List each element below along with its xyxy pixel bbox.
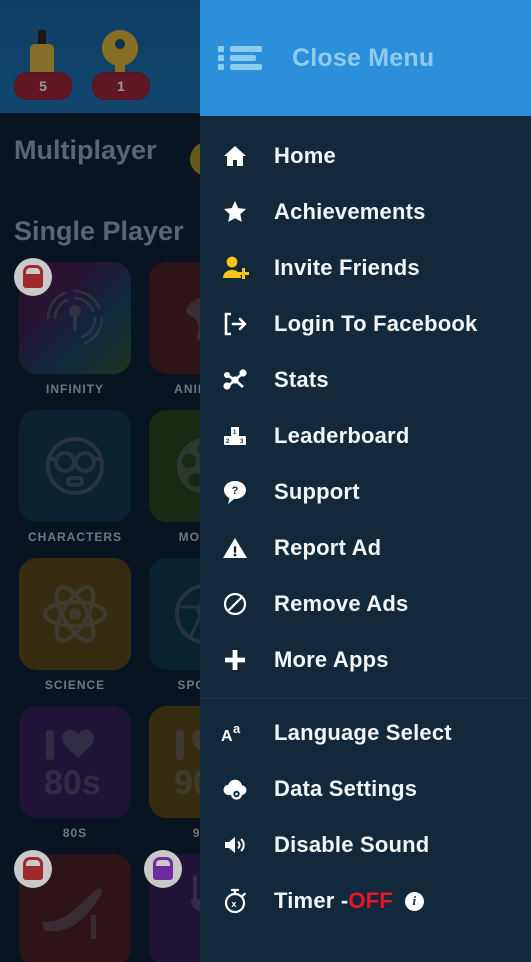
menu-item-remove-ads[interactable]: Remove Ads (200, 576, 531, 632)
stopwatch-off-icon: x (218, 884, 252, 918)
menu-item-label: Data Settings (274, 776, 418, 801)
menu-item-timer[interactable]: x Timer - OFF i (200, 873, 531, 929)
menu-item-label: Remove Ads (274, 591, 409, 616)
menu-item-data-settings[interactable]: Data Settings (200, 761, 531, 817)
menu-item-label: Login To Facebook (274, 311, 478, 336)
svg-text:A: A (221, 728, 233, 745)
side-menu-panel: Close Menu Home Achievements Invite Frie… (200, 0, 531, 962)
svg-text:x: x (231, 899, 236, 909)
menu-item-achievements[interactable]: Achievements (200, 184, 531, 240)
lock-icon (14, 258, 52, 296)
user-plus-icon (218, 251, 252, 285)
close-menu-label: Close Menu (292, 43, 435, 72)
menu-item-label: Report Ad (274, 535, 382, 560)
cloud-gear-icon (218, 772, 252, 806)
svg-text:?: ? (232, 485, 239, 497)
timer-label-prefix: Timer - (274, 888, 349, 913)
speaker-icon (218, 828, 252, 862)
login-arrow-icon (218, 307, 252, 341)
menu-item-label: Support (274, 479, 360, 504)
menu-item-label: Home (274, 143, 336, 168)
warning-triangle-icon (218, 531, 252, 565)
menu-item-label: Leaderboard (274, 423, 410, 448)
close-menu-button[interactable]: Close Menu (200, 0, 531, 116)
list-icon (218, 45, 262, 71)
stats-nodes-icon (218, 363, 252, 397)
circle-slash-icon (218, 587, 252, 621)
lock-icon (14, 850, 52, 888)
menu-items-list: Home Achievements Invite Friends Login T… (200, 116, 531, 929)
info-icon[interactable]: i (404, 891, 424, 911)
menu-item-home[interactable]: Home (200, 128, 531, 184)
menu-item-label: Stats (274, 367, 329, 392)
menu-item-invite-friends[interactable]: Invite Friends (200, 240, 531, 296)
menu-item-label: More Apps (274, 647, 389, 672)
star-icon (218, 195, 252, 229)
podium-icon: 123 (218, 419, 252, 453)
menu-item-stats[interactable]: Stats (200, 352, 531, 408)
menu-item-report-ad[interactable]: Report Ad (200, 520, 531, 576)
home-icon (218, 139, 252, 173)
question-bubble-icon: ? (218, 475, 252, 509)
language-aa-icon: A a (218, 716, 252, 750)
app-screen: 5 1 W Multiplayer Single Player (0, 0, 531, 962)
menu-item-label: Invite Friends (274, 255, 420, 280)
timer-state: OFF (348, 888, 393, 913)
menu-divider (200, 698, 531, 699)
plus-icon (218, 643, 252, 677)
menu-item-support[interactable]: ? Support (200, 464, 531, 520)
lock-icon (144, 850, 182, 888)
menu-item-label: Disable Sound (274, 832, 430, 857)
menu-item-leaderboard[interactable]: 123 Leaderboard (200, 408, 531, 464)
menu-item-language-select[interactable]: A a Language Select (200, 705, 531, 761)
menu-item-label: Timer - OFF i (274, 888, 424, 914)
svg-text:a: a (233, 721, 241, 736)
menu-item-more-apps[interactable]: More Apps (200, 632, 531, 688)
menu-item-label: Language Select (274, 720, 452, 745)
menu-item-disable-sound[interactable]: Disable Sound (200, 817, 531, 873)
menu-item-label: Achievements (274, 199, 426, 224)
menu-item-login-to-facebook[interactable]: Login To Facebook (200, 296, 531, 352)
